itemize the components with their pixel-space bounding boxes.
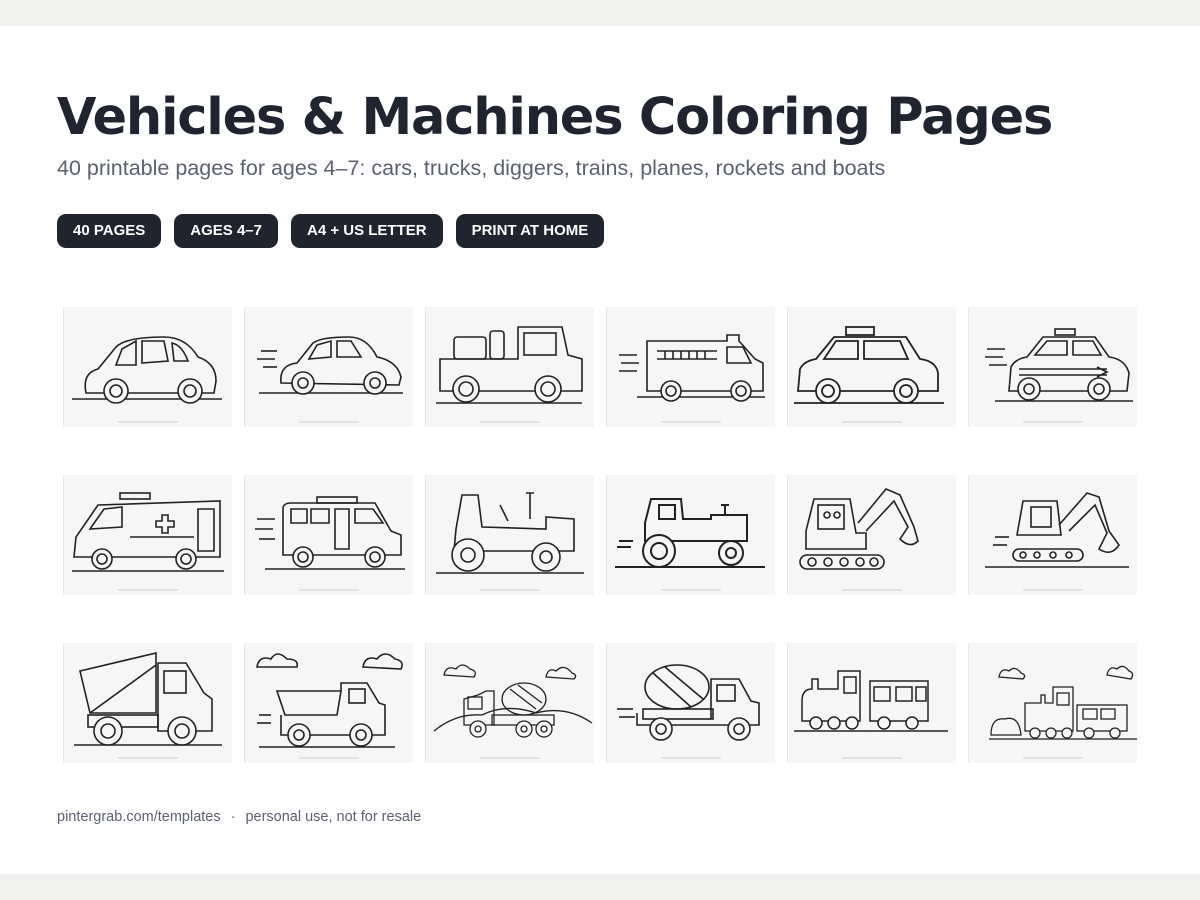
- car-icon: [257, 336, 403, 395]
- thumbnail[interactable]: [787, 643, 956, 763]
- badge-row: 40 PAGES AGES 4–7 A4 + US LETTER PRINT A…: [57, 214, 605, 248]
- thumbnail-footer: [118, 421, 178, 423]
- thumbnail-footer: [1023, 757, 1083, 759]
- thumbnail[interactable]: [606, 643, 775, 763]
- page-sheet: Vehicles & Machines Coloring Pages 40 pr…: [0, 26, 1200, 874]
- fire-truck-icon: [619, 334, 765, 402]
- excavator-icon: [799, 488, 919, 570]
- thumbnail[interactable]: [968, 475, 1137, 595]
- train-icon: [794, 670, 948, 732]
- tractor-icon: [615, 498, 765, 568]
- police-car-icon: [985, 328, 1133, 402]
- footer-site-link[interactable]: pintergrab.com/templates: [57, 809, 221, 825]
- cement-mixer-icon: [433, 664, 593, 738]
- thumbnail[interactable]: [244, 475, 413, 595]
- thumbnail[interactable]: [63, 307, 232, 427]
- thumbnail-footer: [299, 589, 359, 591]
- train-icon: [989, 665, 1137, 740]
- van-icon: [255, 496, 405, 570]
- thumbnail-footer: [299, 421, 359, 423]
- thumbnail[interactable]: [968, 307, 1137, 427]
- footer-separator: ·: [230, 809, 236, 825]
- thumbnail-footer: [842, 589, 902, 591]
- ambulance-icon: [72, 492, 224, 572]
- tractor-icon: [436, 492, 584, 574]
- thumbnail-footer: [661, 421, 721, 423]
- thumbnail-footer: [842, 421, 902, 423]
- ages-badge: AGES 4–7: [174, 214, 278, 248]
- paper-size-badge: A4 + US LETTER: [290, 214, 443, 248]
- thumbnail[interactable]: [606, 475, 775, 595]
- print-badge: PRINT AT HOME: [455, 214, 605, 248]
- pages-badge: 40 PAGES: [57, 214, 162, 248]
- thumbnail-footer: [118, 589, 178, 591]
- thumbnail-footer: [661, 589, 721, 591]
- thumbnail-footer: [1023, 421, 1083, 423]
- thumbnail[interactable]: [968, 643, 1137, 763]
- thumbnail[interactable]: [63, 643, 232, 763]
- dump-truck-icon: [256, 653, 403, 748]
- thumbnail-footer: [118, 757, 178, 759]
- thumbnail-footer: [480, 757, 540, 759]
- dump-truck-icon: [74, 651, 222, 746]
- thumbnail[interactable]: [425, 475, 594, 595]
- thumbnail[interactable]: [63, 475, 232, 595]
- page-title: Vehicles & Machines Coloring Pages: [57, 88, 1053, 147]
- thumbnail-footer: [842, 757, 902, 759]
- thumbnail-footer: [299, 757, 359, 759]
- thumbnail-footer: [480, 421, 540, 423]
- thumbnail[interactable]: [425, 643, 594, 763]
- cement-mixer-icon: [617, 664, 760, 741]
- pickup-truck-icon: [436, 326, 583, 404]
- taxi-icon: [794, 326, 944, 404]
- thumbnail[interactable]: [787, 475, 956, 595]
- page-footer: pintergrab.com/templates · personal use, n…: [57, 809, 421, 825]
- thumbnail-footer: [480, 589, 540, 591]
- thumbnail-grid: [63, 307, 1137, 763]
- thumbnail[interactable]: [425, 307, 594, 427]
- page-subtitle: 40 printable pages for ages 4–7: cars, t…: [57, 156, 886, 180]
- thumbnail[interactable]: [244, 307, 413, 427]
- thumbnail[interactable]: [606, 307, 775, 427]
- thumbnail[interactable]: [244, 643, 413, 763]
- thumbnail[interactable]: [787, 307, 956, 427]
- car-icon: [72, 336, 222, 404]
- thumbnail-footer: [661, 757, 721, 759]
- thumbnail-footer: [1023, 589, 1083, 591]
- excavator-icon: [985, 492, 1129, 568]
- footer-license-note: personal use, not for resale: [245, 809, 422, 825]
